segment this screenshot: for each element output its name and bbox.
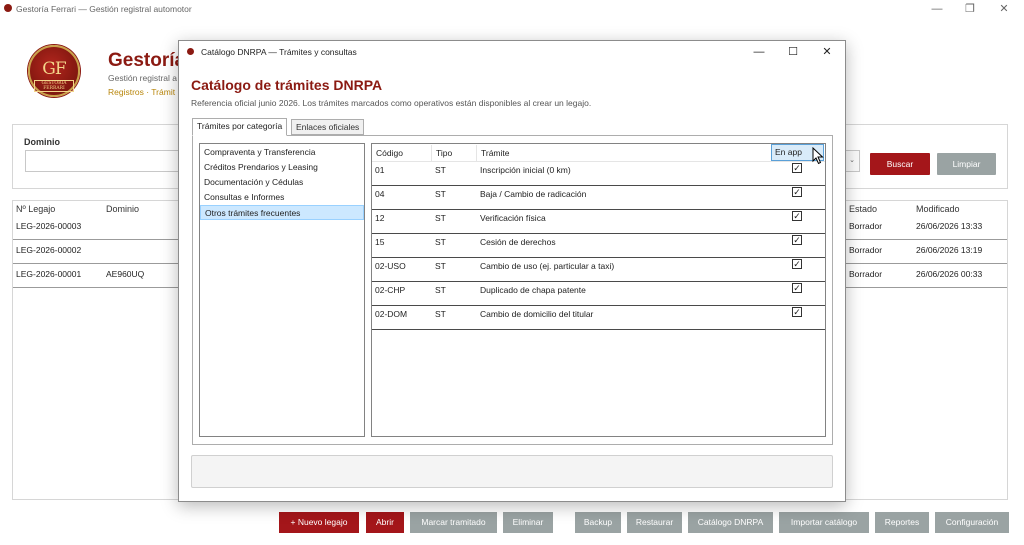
cell-tramite: Verificación física xyxy=(480,213,546,223)
column-header-modificado[interactable]: Modificado xyxy=(916,204,960,214)
en-app-checkbox[interactable]: ✓ xyxy=(792,187,802,197)
cell-modificado: 26/06/2026 13:33 xyxy=(916,221,983,231)
column-header-estado[interactable]: Estado xyxy=(849,204,877,214)
column-header-tipo[interactable]: Tipo xyxy=(436,145,452,161)
dialog-title: Catálogo DNRPA — Trámites y consultas xyxy=(201,47,357,57)
abrir-button[interactable]: Abrir xyxy=(366,512,404,533)
cell-codigo: 04 xyxy=(375,189,385,199)
en-app-checkbox[interactable]: ✓ xyxy=(792,211,802,221)
dialog-maximize-button[interactable]: ☐ xyxy=(781,44,805,60)
brand-logo: GF GESTORIA FERRARI xyxy=(28,45,80,97)
app-subtitle: Gestión registral a xyxy=(108,73,177,83)
cell-tramite: Cambio de domicilio del titular xyxy=(480,309,594,319)
en-app-checkbox[interactable]: ✓ xyxy=(792,259,802,269)
category-item[interactable]: Consultas e Informes xyxy=(200,190,364,205)
cell-codigo: 02-CHP xyxy=(375,285,406,295)
cell-codigo: 01 xyxy=(375,165,385,175)
mouse-cursor-icon xyxy=(812,147,824,165)
cell-tipo: ST xyxy=(435,285,446,295)
cell-tipo: ST xyxy=(435,189,446,199)
logo-monogram: GF xyxy=(42,59,66,79)
restaurar-button[interactable]: Restaurar xyxy=(627,512,682,533)
reportes-button[interactable]: Reportes xyxy=(875,512,929,533)
cell-tipo: ST xyxy=(435,309,446,319)
limpiar-button[interactable]: Limpiar xyxy=(937,153,996,175)
cell-estado: Borrador xyxy=(849,221,883,231)
column-header-codigo[interactable]: Código xyxy=(376,145,403,161)
status-area xyxy=(191,455,833,488)
cell-estado: Borrador xyxy=(849,245,883,255)
cell-tipo: ST xyxy=(435,165,446,175)
buscar-button[interactable]: Buscar xyxy=(870,153,930,175)
cell-tramite: Inscripción inicial (0 km) xyxy=(480,165,571,175)
tab-tramites-por-categoria[interactable]: Trámites por categoría xyxy=(192,118,288,136)
column-separator[interactable] xyxy=(476,145,477,161)
minimize-button[interactable]: — xyxy=(925,1,949,17)
category-item[interactable]: Compraventa y Transferencia xyxy=(200,145,364,160)
dialog-minimize-button[interactable]: — xyxy=(747,44,771,60)
catalogo-dnrpa-button[interactable]: Catálogo DNRPA xyxy=(688,512,773,533)
backup-button[interactable]: Backup xyxy=(575,512,621,533)
main-title-bar: Gestoría Ferrari — Gestión registral aut… xyxy=(0,0,1024,18)
breadcrumb: Registros · Trámit xyxy=(108,87,176,97)
dominio-input[interactable] xyxy=(25,150,185,172)
nuevo-legajo-button[interactable]: + Nuevo legajo xyxy=(279,512,359,533)
maximize-button[interactable]: ❐ xyxy=(958,1,982,17)
cell-tipo: ST xyxy=(435,237,446,247)
chevron-down-icon[interactable]: ⌄ xyxy=(844,150,860,172)
main-window-title: Gestoría Ferrari — Gestión registral aut… xyxy=(16,4,192,14)
dialog-app-icon xyxy=(187,48,194,55)
cell-codigo: 02-DOM xyxy=(375,309,408,319)
dominio-label: Dominio xyxy=(24,137,60,147)
cell-legajo: LEG-2026-00001 xyxy=(16,269,82,279)
configuracion-button[interactable]: Configuración xyxy=(935,512,1009,533)
catalogo-reference-text: Referencia oficial junio 2026. Los trámi… xyxy=(191,98,592,108)
cell-modificado: 26/06/2026 00:33 xyxy=(916,269,983,279)
cell-estado: Borrador xyxy=(849,269,883,279)
column-header-legajo[interactable]: Nº Legajo xyxy=(16,204,55,214)
column-separator[interactable] xyxy=(431,145,432,161)
cell-dominio: AE960UQ xyxy=(106,269,145,279)
tab-enlaces-oficiales[interactable]: Enlaces oficiales xyxy=(291,119,365,135)
cell-modificado: 26/06/2026 13:19 xyxy=(916,245,983,255)
marcar-tramitado-button[interactable]: Marcar tramitado xyxy=(410,512,497,533)
en-app-checkbox[interactable]: ✓ xyxy=(792,307,802,317)
en-app-checkbox[interactable]: ✓ xyxy=(792,283,802,293)
dialog-close-button[interactable]: ✕ xyxy=(815,44,839,60)
category-item-selected[interactable]: Otros trámites frecuentes xyxy=(200,205,364,220)
eliminar-button[interactable]: Eliminar xyxy=(503,512,553,533)
en-app-checkbox[interactable]: ✓ xyxy=(792,163,802,173)
cell-tramite: Cambio de uso (ej. particular a taxi) xyxy=(480,261,615,271)
cell-tramite: Baja / Cambio de radicación xyxy=(480,189,587,199)
app-dot-icon xyxy=(4,4,12,12)
close-button[interactable]: ✕ xyxy=(992,1,1016,17)
cell-legajo: LEG-2026-00002 xyxy=(16,245,82,255)
importar-catalogo-button[interactable]: Importar catálogo xyxy=(779,512,869,533)
column-header-dominio[interactable]: Dominio xyxy=(106,204,139,214)
cell-tramite: Cesión de derechos xyxy=(480,237,556,247)
logo-caption: GESTORIA FERRARI xyxy=(34,80,74,92)
cell-codigo: 12 xyxy=(375,213,385,223)
cell-codigo: 15 xyxy=(375,237,385,247)
cell-tipo: ST xyxy=(435,213,446,223)
column-header-tramite[interactable]: Trámite xyxy=(481,145,510,161)
category-item[interactable]: Documentación y Cédulas xyxy=(200,175,364,190)
cell-legajo: LEG-2026-00003 xyxy=(16,221,82,231)
en-app-checkbox[interactable]: ✓ xyxy=(792,235,802,245)
cell-tipo: ST xyxy=(435,261,446,271)
cell-tramite: Duplicado de chapa patente xyxy=(480,285,586,295)
category-item[interactable]: Créditos Prendarios y Leasing xyxy=(200,160,364,175)
catalogo-heading: Catálogo de trámites DNRPA xyxy=(191,77,383,93)
app-title: Gestoría xyxy=(108,50,186,71)
cell-codigo: 02-USO xyxy=(375,261,406,271)
